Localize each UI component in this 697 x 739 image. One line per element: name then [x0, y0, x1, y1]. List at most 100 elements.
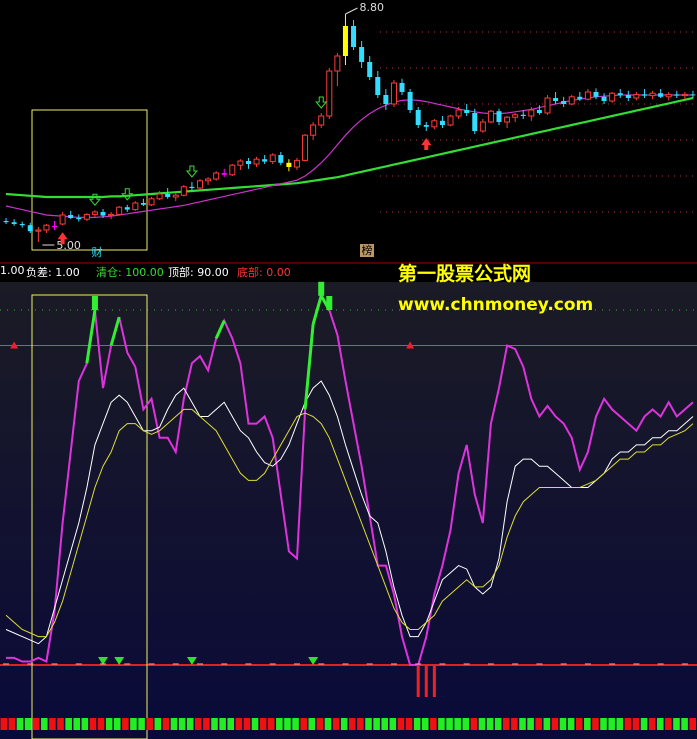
- status-strip-cell: [519, 718, 526, 730]
- candle-body: [52, 225, 58, 227]
- status-strip-cell: [405, 718, 413, 730]
- ma-long-line: [5, 96, 694, 199]
- status-strip-cell: [616, 718, 624, 730]
- candle-body: [286, 162, 292, 167]
- status-strip-cell: [575, 718, 583, 730]
- candle-body: [205, 178, 212, 182]
- candle-body: [196, 180, 203, 189]
- status-strip-cell: [178, 718, 186, 730]
- status-strip-cell: [105, 718, 113, 730]
- candle-body: [455, 109, 462, 117]
- candle-body: [11, 222, 17, 224]
- status-strip-cell: [122, 718, 129, 730]
- status-strip-cell: [81, 718, 89, 730]
- status-strip-cell: [235, 718, 243, 730]
- status-strip-cell: [413, 718, 421, 730]
- candle-body: [334, 55, 341, 72]
- candle-body: [132, 202, 139, 211]
- candle-body: [76, 218, 82, 220]
- status-strip-cell: [340, 718, 348, 730]
- candle-body: [326, 70, 333, 117]
- candle-body: [310, 124, 317, 136]
- status-strip-cell: [462, 718, 470, 730]
- indicator-value: 清仓: 100.00: [96, 266, 164, 279]
- candle-body: [278, 155, 284, 163]
- status-strip-cell: [243, 718, 251, 730]
- candle-body: [577, 96, 583, 100]
- candle-body: [568, 96, 575, 105]
- status-strip-cell: [308, 718, 316, 730]
- stock-chart-window: 8.80 5.00 财 榜 1.00 负差: 1.00 清仓: 100.00 顶部: 90.…: [0, 0, 697, 739]
- status-strip-cell: [502, 718, 510, 730]
- status-strip-cell: [138, 718, 145, 730]
- status-strip-cell: [203, 718, 210, 730]
- sell-arrow-icon: [185, 165, 198, 178]
- candle-body: [658, 93, 664, 97]
- candle-body: [487, 110, 494, 123]
- status-strip-cell: [349, 718, 356, 730]
- status-strip-cell: [430, 718, 437, 730]
- candle-body: [148, 198, 155, 206]
- status-strip-cell: [624, 718, 632, 730]
- candle-body: [359, 47, 365, 62]
- status-strip-cell: [300, 718, 307, 730]
- candle-body: [528, 109, 535, 117]
- candle-body: [390, 82, 397, 105]
- candle-body: [165, 194, 171, 197]
- candle-body: [68, 215, 74, 218]
- status-strip-cell: [267, 718, 275, 730]
- status-strip-cell: [154, 718, 162, 730]
- candle-body: [375, 77, 381, 95]
- candle-body: [189, 186, 195, 188]
- candle-body: [407, 92, 413, 110]
- status-strip-cell: [16, 718, 24, 730]
- status-strip-cell: [227, 718, 235, 730]
- status-strip-cell: [332, 718, 340, 730]
- candle-body: [674, 94, 680, 96]
- candle-body: [561, 101, 567, 104]
- candle-body: [116, 206, 123, 215]
- low-price-label: 5.00: [56, 239, 81, 252]
- candle-body: [156, 193, 163, 200]
- status-strip-cell: [470, 718, 478, 730]
- indicator-value: 底部: 0.00: [237, 266, 291, 279]
- status-strip-cell: [97, 718, 105, 730]
- candle-body: [601, 96, 607, 101]
- sell-arrow-icon: [121, 188, 134, 201]
- status-strip-cell: [567, 718, 575, 730]
- candle-body: [665, 93, 672, 98]
- status-strip-cell: [511, 718, 518, 730]
- status-strip-cell: [397, 718, 405, 730]
- status-strip-cell: [24, 718, 32, 730]
- candle-body: [472, 113, 478, 131]
- status-strip-cell: [32, 718, 40, 730]
- candle-body: [431, 120, 438, 128]
- status-strip-cell: [8, 718, 16, 730]
- candle-body: [100, 212, 106, 216]
- status-strip-cell: [162, 718, 170, 730]
- status-strip-cell: [584, 718, 591, 730]
- status-strip-cell: [478, 718, 486, 730]
- status-strip-cell: [389, 718, 397, 730]
- candle-body: [35, 229, 42, 232]
- status-strip-cell: [0, 718, 8, 730]
- status-strip-cell: [365, 718, 372, 730]
- candle-body: [140, 203, 146, 205]
- candle-body: [91, 211, 98, 215]
- watermark-url: www.chnmoney.com: [398, 295, 594, 315]
- status-strip-cell: [49, 718, 56, 730]
- high-price-label: 8.80: [359, 1, 384, 14]
- status-strip-cell: [689, 718, 696, 730]
- status-strip-cell: [211, 718, 218, 730]
- status-strip-cell: [665, 718, 672, 730]
- sell-arrow-icon: [315, 96, 328, 109]
- indicator-value: 顶部: 90.00: [168, 266, 229, 279]
- event-marker: 榜: [362, 243, 373, 257]
- candle-body: [479, 121, 486, 132]
- status-strip-cell: [130, 718, 137, 730]
- status-strip-cell: [543, 718, 551, 730]
- status-strip-cell: [186, 718, 194, 730]
- candle-body: [690, 94, 696, 96]
- candle-body: [59, 214, 66, 225]
- candle-body: [423, 125, 429, 127]
